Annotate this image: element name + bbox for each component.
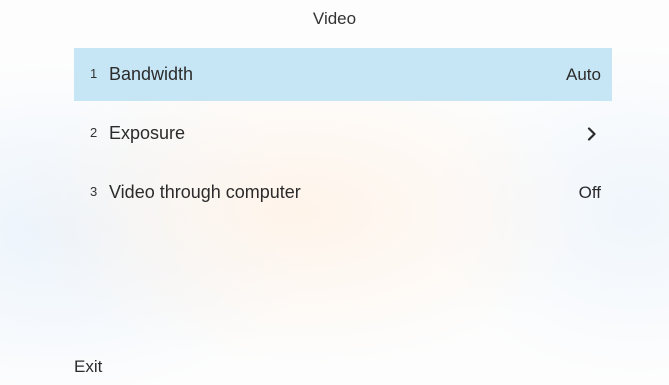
menu-item-label: Video through computer	[109, 182, 301, 202]
menu-item-number: 2	[90, 125, 98, 140]
exit-button[interactable]: Exit	[74, 357, 102, 377]
menu-item-label: Bandwidth	[109, 64, 194, 84]
menu-item-label: Exposure	[109, 123, 186, 143]
menu-item-exposure[interactable]: 2 Exposure	[74, 107, 612, 160]
menu-item-value: Auto	[566, 64, 601, 84]
menu-item-bandwidth[interactable]: 1 Bandwidth Auto	[74, 48, 612, 101]
menu-title: Video	[312, 9, 357, 28]
menu-list: 1 Bandwidth Auto 2 Exposure 3 Video thro…	[74, 48, 612, 225]
chevron-right-icon	[583, 125, 601, 143]
menu-item-number: 1	[90, 66, 98, 81]
menu-item-value: Off	[578, 182, 601, 202]
menu-item-video-through-computer[interactable]: 3 Video through computer Off	[74, 166, 612, 219]
menu-item-number: 3	[90, 184, 98, 199]
